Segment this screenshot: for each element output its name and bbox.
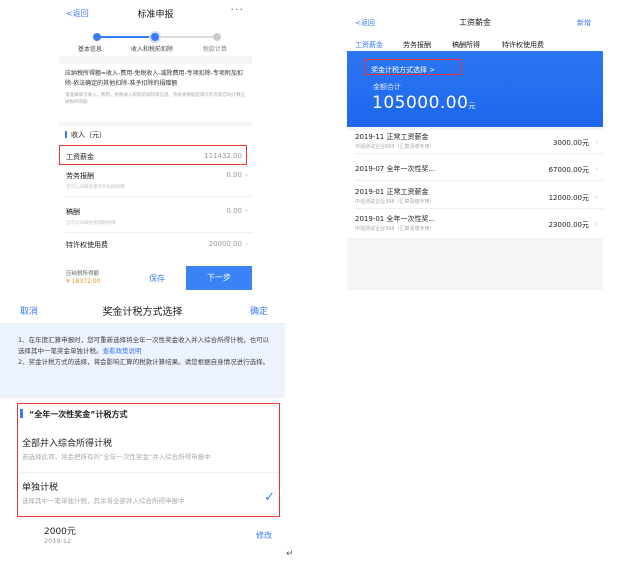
step-progress-line [97, 36, 155, 38]
record-company: 中强测试企业683（汇算清缴专用） [355, 144, 435, 150]
text-cursor-icon: ↵ [286, 549, 294, 559]
step-label-basic-info: 基本信息 [78, 46, 103, 53]
step-remaining-line [155, 36, 217, 38]
modify-button[interactable]: 修改 [256, 530, 272, 541]
salary-nav-bar: <返回 工资薪金 新增 [347, 8, 603, 38]
divider [65, 166, 252, 167]
save-button[interactable]: 保存 [149, 273, 165, 284]
list-item[interactable]: 2019-01 正常工资薪金 中强测试企业398（汇算清缴专用） 12000.0… [347, 185, 603, 209]
chevron-right-icon: › [245, 207, 248, 215]
page-title: 标准申报 [137, 10, 174, 20]
step-dot-current [151, 33, 159, 41]
notice-paragraph-1: 1、在年度汇算申报时，您可重新选择将全年一次性奖金收入并入综合所得计税，也可以选… [18, 335, 273, 357]
policy-link[interactable]: 查看政策说明 [103, 347, 142, 355]
total-amount-unit: 元 [468, 102, 476, 110]
record-title: 2019-01 全年一次性奖... [355, 215, 436, 223]
income-row-franchise[interactable]: 特许权使用费 20000.00 › [59, 237, 252, 255]
tab-franchise[interactable]: 特许权使用费 [502, 40, 544, 50]
row-value: 0.00 [226, 171, 242, 179]
income-row-royalty-writing[interactable]: 稿酬 0.00 › 您可以详细查看稿酬明细 [59, 205, 252, 229]
row-label: 劳务报酬 [66, 172, 94, 180]
declaration-nav-bar: <返回 标准申报 ··· [59, 0, 252, 26]
divider [355, 153, 603, 154]
section-accent-bar [65, 131, 67, 138]
record-amount: 3000.00元 [553, 139, 589, 147]
row-label: 稿酬 [66, 208, 80, 216]
tab-writing[interactable]: 稿酬所得 [452, 40, 480, 50]
more-icon[interactable]: ··· [231, 3, 245, 16]
record-title: 2019-11 正常工资薪金 [355, 133, 429, 141]
income-row-service[interactable]: 劳务报酬 0.00 › 您可以详细查看劳务报酬明细 [59, 169, 252, 193]
record-amount: 23000.00元 [548, 221, 589, 229]
step-dot-pending [213, 33, 221, 41]
record-company: 中强测试企业398（汇算清缴专用） [355, 226, 435, 232]
list-item[interactable]: 2019-11 正常工资薪金 中强测试企业683（汇算清缴专用） 3000.00… [347, 130, 603, 154]
record-title: 2019-07 全年一次性奖... [355, 165, 436, 173]
row-value: 20000.00 [208, 240, 242, 248]
row-value: 0.00 [226, 207, 242, 215]
chevron-right-icon: › [595, 165, 598, 173]
highlight-box-tax-options [17, 403, 280, 517]
taxable-income-label: 应纳税所得额 [66, 271, 100, 277]
row-label: 特许权使用费 [66, 241, 108, 249]
next-step-button[interactable]: 下一步 [186, 266, 252, 290]
notice-paragraph-2: 2、奖金计税方式的选择，将会影响汇算的税款计算结果。请您根据自身情况进行选择。 [18, 358, 270, 366]
formula-note: 请准确填写收入、费用、免税收入和税前扣除等信息，系统将根据您填写的内容自动计算应… [65, 93, 245, 105]
divider [65, 196, 252, 197]
chevron-right-icon: › [595, 138, 598, 146]
divider [355, 208, 603, 209]
row-hint: 您可以详细查看劳务报酬明细 [66, 185, 125, 190]
bonus-nav-bar: 取消 奖金计税方式选择 确定 [0, 296, 285, 324]
record-title: 2019-01 正常工资薪金 [355, 188, 429, 196]
taxable-income-amount: ¥ 18372.00 [66, 278, 101, 285]
confirm-button[interactable]: 确定 [250, 304, 268, 317]
salary-screen: <返回 工资薪金 新增 工资薪金 劳务报酬 稿酬所得 特许权使用费 奖金计税方式… [347, 8, 603, 290]
total-amount-value: 105000.00元 [372, 93, 476, 113]
divider [355, 180, 603, 181]
policy-notice: 1、在年度汇算申报时，您可重新选择将全年一次性奖金收入并入综合所得计税，也可以选… [0, 324, 285, 398]
income-header-label: 收入（元） [71, 131, 106, 139]
step-dot-done [93, 33, 101, 41]
tab-service[interactable]: 劳务报酬 [403, 40, 431, 50]
total-amount-number: 105000.00 [372, 93, 469, 113]
add-button[interactable]: 新增 [577, 18, 591, 28]
salary-record-list: 2019-11 正常工资薪金 中强测试企业683（汇算清缴专用） 3000.00… [347, 130, 603, 238]
step-label-income: 收入和税前扣除 [131, 46, 174, 53]
bonus-amount: 2000元 [44, 527, 76, 537]
notice-text-1: 1、在年度汇算申报时，您可重新选择将全年一次性奖金收入并入综合所得计税，也可以选… [18, 336, 270, 355]
list-item[interactable]: 2019-07 全年一次性奖... 67000.00元 › [347, 157, 603, 181]
row-hint: 您可以详细查看稿酬明细 [66, 221, 116, 226]
list-item[interactable]: 2019-01 全年一次性奖... 中强测试企业398（汇算清缴专用） 2300… [347, 212, 603, 236]
divider [65, 232, 252, 233]
page-title: 奖金计税方式选择 [102, 307, 183, 318]
record-amount: 12000.00元 [548, 194, 589, 202]
chevron-right-icon: › [595, 193, 598, 201]
chevron-right-icon: › [245, 240, 248, 248]
record-amount: 67000.00元 [548, 166, 589, 174]
declaration-footer: 应纳税所得额 ¥ 18372.00 保存 下一步 [59, 266, 252, 290]
highlight-box-bonus-method [364, 59, 461, 75]
highlight-box-salary-row [59, 145, 247, 165]
total-amount-label: 金额合计 [373, 83, 401, 91]
chevron-right-icon: › [245, 171, 248, 179]
formula-text: 应纳税所得额=收入-费用-免税收入-减除费用-专项扣除-专项附加扣除-依法确定的… [65, 70, 243, 87]
income-header: 收入（元） [65, 130, 106, 140]
step-label-tax-calc: 税款计算 [203, 46, 228, 53]
chevron-right-icon: › [595, 220, 598, 228]
formula-box: 应纳税所得额=收入-费用-免税收入-减除费用-专项扣除-专项附加扣除-依法确定的… [59, 64, 252, 122]
bonus-date: 2019-12 [44, 537, 72, 545]
step-indicator: 基本信息 收入和税前扣除 税款计算 [59, 26, 252, 56]
record-company: 中强测试企业398（汇算清缴专用） [355, 199, 435, 205]
tab-salary[interactable]: 工资薪金 [355, 40, 383, 50]
page-title: 工资薪金 [459, 18, 491, 27]
